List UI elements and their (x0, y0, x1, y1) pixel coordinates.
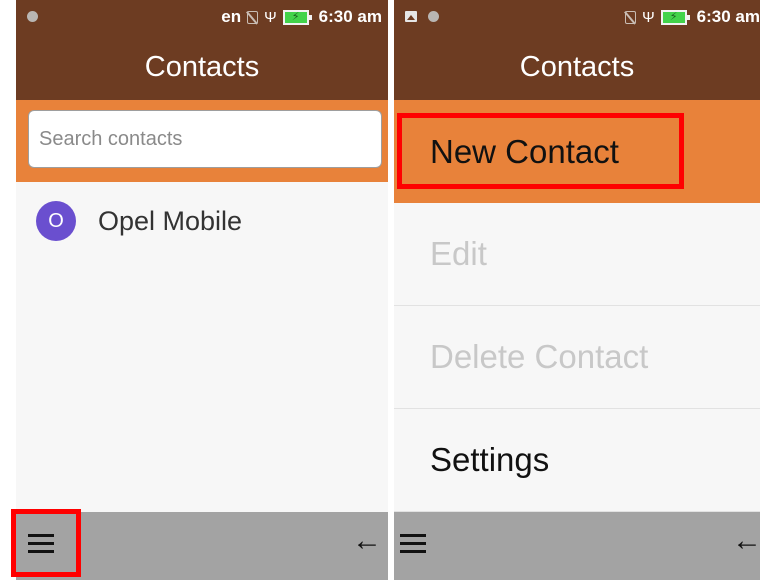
menu-item-edit[interactable]: Edit (394, 203, 760, 306)
battery-charging-icon: ⚡ (660, 9, 690, 25)
menu-item-new-contact[interactable]: New Contact (394, 100, 760, 203)
status-bar: en Ψ ⚡ 6:30 am (16, 0, 388, 34)
menu-item-label: Settings (430, 441, 550, 478)
hamburger-icon[interactable] (28, 532, 54, 554)
options-menu: New Contact Edit Delete Contact Settings (394, 100, 760, 512)
status-icons: Ψ ⚡ 6:30 am (625, 0, 760, 34)
contact-name: Opel Mobile (98, 205, 243, 236)
picture-notification-icon (405, 11, 417, 22)
menu-item-label: Delete Contact (430, 338, 649, 375)
menu-item-label: New Contact (430, 132, 619, 170)
notification-dot-icon (27, 11, 38, 22)
status-icons: en Ψ ⚡ 6:30 am (221, 0, 382, 34)
back-arrow-icon[interactable]: ← (732, 526, 760, 556)
battery-charging-icon: ⚡ (282, 9, 312, 25)
list-item[interactable]: O Opel Mobile (16, 192, 388, 250)
avatar: O (36, 201, 76, 241)
bottom-bar: ← (394, 512, 760, 580)
status-bar: Ψ ⚡ 6:30 am (394, 0, 760, 34)
bottom-bar: ← (16, 512, 388, 580)
page-title: Contacts (519, 50, 635, 83)
language-indicator: en (221, 7, 242, 26)
search-bar (16, 100, 388, 182)
no-sim-icon (625, 10, 637, 24)
contacts-screen-left: en Ψ ⚡ 6:30 am Contacts O Opel Mobile ← (16, 0, 388, 580)
no-sim-icon (247, 10, 259, 24)
menu-item-delete-contact[interactable]: Delete Contact (394, 306, 760, 409)
search-input[interactable] (28, 110, 382, 168)
contact-list: O Opel Mobile (16, 182, 388, 512)
page-title: Contacts (144, 50, 260, 83)
contacts-screen-right: Ψ ⚡ 6:30 am Contacts New Contact Edit De… (394, 0, 760, 580)
menu-item-label: Edit (430, 235, 487, 272)
hamburger-icon[interactable] (400, 532, 426, 554)
app-bar: Contacts (394, 34, 760, 100)
menu-item-settings[interactable]: Settings (394, 409, 760, 512)
app-bar: Contacts (16, 34, 388, 100)
usb-icon: Ψ (264, 8, 277, 26)
usb-icon: Ψ (642, 8, 655, 26)
notification-dot-icon (428, 11, 439, 22)
back-arrow-icon[interactable]: ← (352, 526, 382, 556)
status-time: 6:30 am (318, 7, 382, 26)
status-time: 6:30 am (696, 7, 760, 26)
